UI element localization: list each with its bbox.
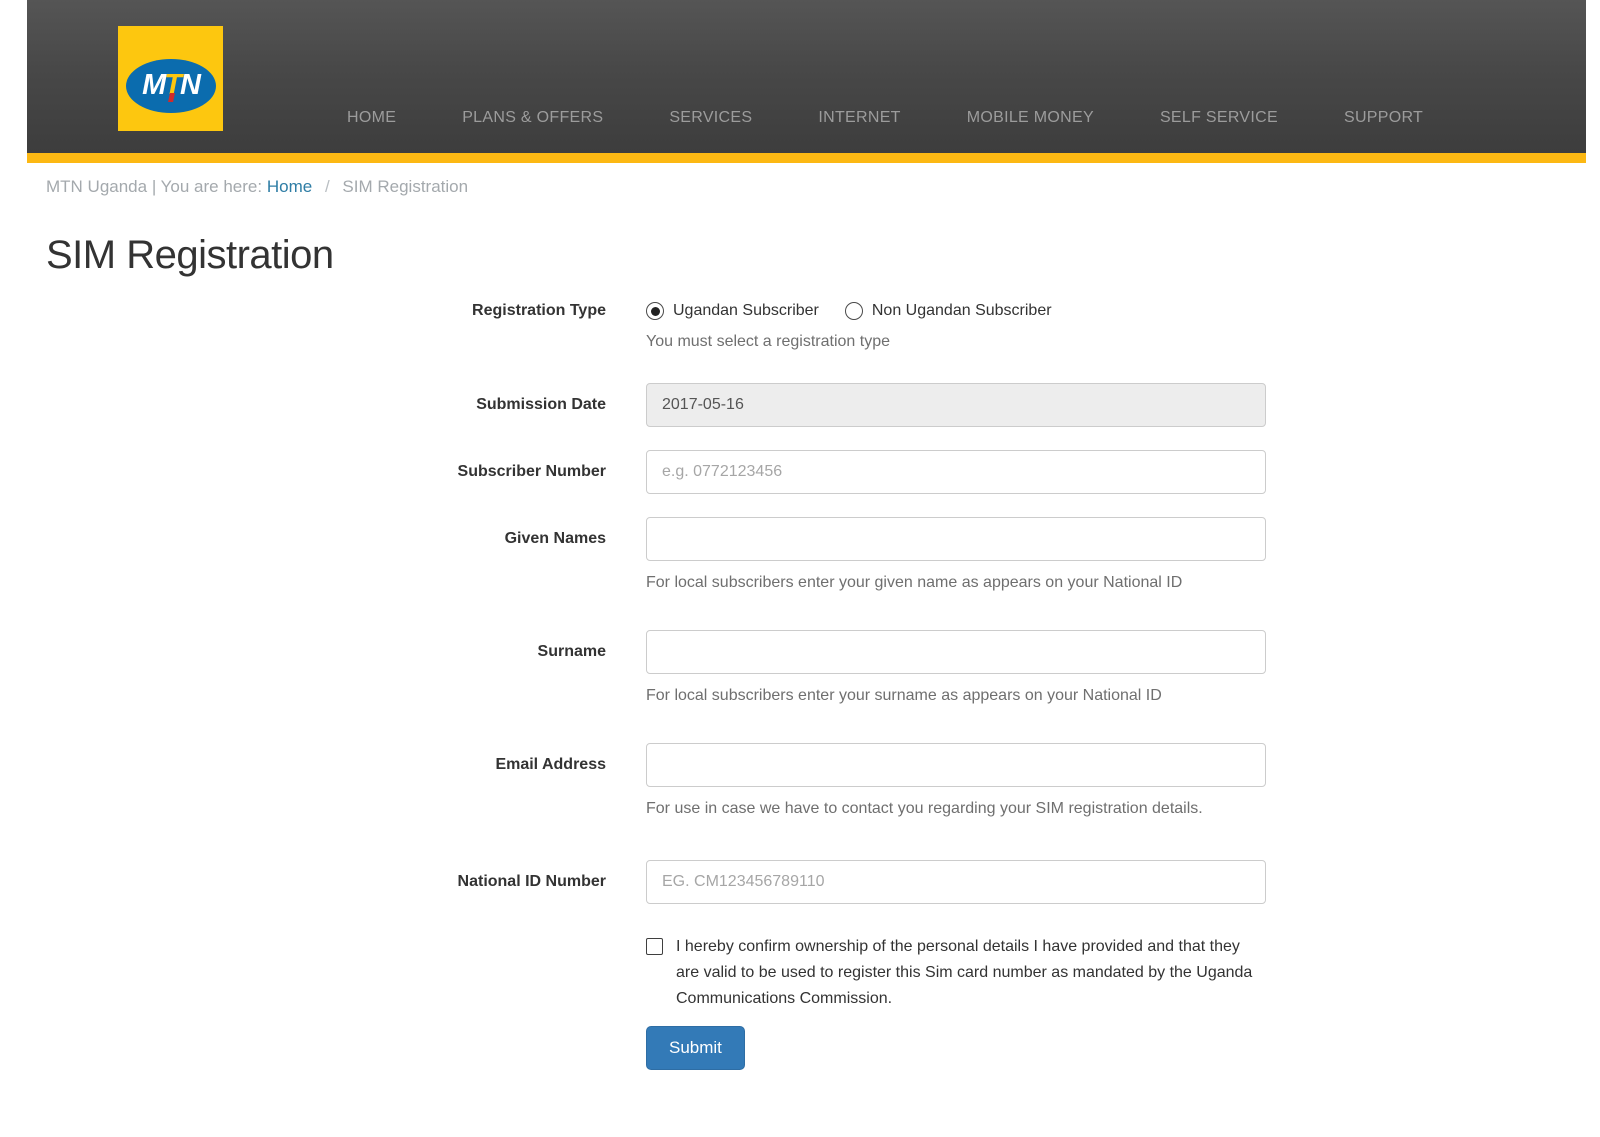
radio-label-ugandan: Ugandan Subscriber	[673, 302, 819, 320]
nav-item-self-service[interactable]: SELF SERVICE	[1160, 109, 1278, 127]
surname-helper: For local subscribers enter your surname…	[646, 683, 1266, 709]
form-row-national-id: National ID Number	[0, 860, 1600, 904]
submission-date-field[interactable]	[646, 383, 1266, 427]
main-nav: HOME PLANS & OFFERS SERVICES INTERNET MO…	[347, 109, 1423, 127]
breadcrumb-prefix: MTN Uganda | You are here:	[46, 177, 262, 196]
logo-letter-m: M	[142, 71, 164, 100]
email-field[interactable]	[646, 743, 1266, 787]
site-header: MTN HOME PLANS & OFFERS SERVICES INTERNE…	[27, 0, 1586, 163]
registration-type-helper: You must select a registration type	[646, 329, 1266, 355]
nav-item-home[interactable]: HOME	[347, 109, 396, 127]
national-id-field[interactable]	[646, 860, 1266, 904]
nav-item-internet[interactable]: INTERNET	[818, 109, 900, 127]
form-row-submit: Submit	[0, 1026, 1600, 1070]
form-row-email: Email Address For use in case we have to…	[0, 743, 1600, 822]
breadcrumb-separator: /	[325, 177, 330, 196]
submission-date-label: Submission Date	[0, 383, 606, 427]
breadcrumb: MTN Uganda | You are here: Home / SIM Re…	[46, 177, 1600, 197]
subscriber-number-field[interactable]	[646, 450, 1266, 494]
nav-item-services[interactable]: SERVICES	[669, 109, 752, 127]
registration-type-label: Registration Type	[0, 300, 606, 355]
form-row-given-names: Given Names For local subscribers enter …	[0, 517, 1600, 596]
logo-letter-n: N	[180, 71, 199, 100]
consent-label-spacer	[0, 934, 606, 1012]
form-row-subscriber-number: Subscriber Number	[0, 450, 1600, 494]
mtn-logo-oval: MTN	[128, 61, 214, 111]
logo-t-red-accent	[168, 93, 175, 102]
radio-icon-non-ugandan[interactable]	[845, 302, 863, 320]
email-label: Email Address	[0, 743, 606, 822]
form-row-surname: Surname For local subscribers enter your…	[0, 630, 1600, 709]
sim-registration-form: Registration Type Ugandan Subscriber Non…	[0, 300, 1600, 1070]
form-row-registration-type: Registration Type Ugandan Subscriber Non…	[0, 300, 1600, 355]
radio-option-non-ugandan-subscriber[interactable]: Non Ugandan Subscriber	[845, 302, 1052, 320]
form-row-submission-date: Submission Date	[0, 383, 1600, 427]
registration-type-options: Ugandan Subscriber Non Ugandan Subscribe…	[646, 300, 1266, 320]
given-names-helper: For local subscribers enter your given n…	[646, 570, 1266, 596]
breadcrumb-current: SIM Registration	[342, 177, 468, 196]
subscriber-number-label: Subscriber Number	[0, 450, 606, 494]
radio-icon-ugandan-selected[interactable]	[646, 302, 664, 320]
mtn-logo[interactable]: MTN	[118, 26, 223, 131]
consent-text: I hereby confirm ownership of the person…	[676, 934, 1261, 1012]
national-id-label: National ID Number	[0, 860, 606, 904]
submit-label-spacer	[0, 1026, 606, 1070]
consent-checkbox-icon[interactable]	[646, 938, 663, 955]
nav-item-plans-offers[interactable]: PLANS & OFFERS	[462, 109, 603, 127]
surname-field[interactable]	[646, 630, 1266, 674]
page-title: SIM Registration	[46, 233, 1600, 278]
form-row-consent: I hereby confirm ownership of the person…	[0, 934, 1600, 1012]
nav-item-mobile-money[interactable]: MOBILE MONEY	[967, 109, 1094, 127]
nav-item-support[interactable]: SUPPORT	[1344, 109, 1423, 127]
given-names-field[interactable]	[646, 517, 1266, 561]
surname-label: Surname	[0, 630, 606, 709]
radio-label-non-ugandan: Non Ugandan Subscriber	[872, 302, 1052, 320]
breadcrumb-home-link[interactable]: Home	[267, 177, 312, 196]
submit-button[interactable]: Submit	[646, 1026, 745, 1070]
radio-option-ugandan-subscriber[interactable]: Ugandan Subscriber	[646, 302, 819, 320]
email-helper: For use in case we have to contact you r…	[646, 796, 1231, 822]
given-names-label: Given Names	[0, 517, 606, 596]
consent-row: I hereby confirm ownership of the person…	[646, 934, 1266, 1012]
